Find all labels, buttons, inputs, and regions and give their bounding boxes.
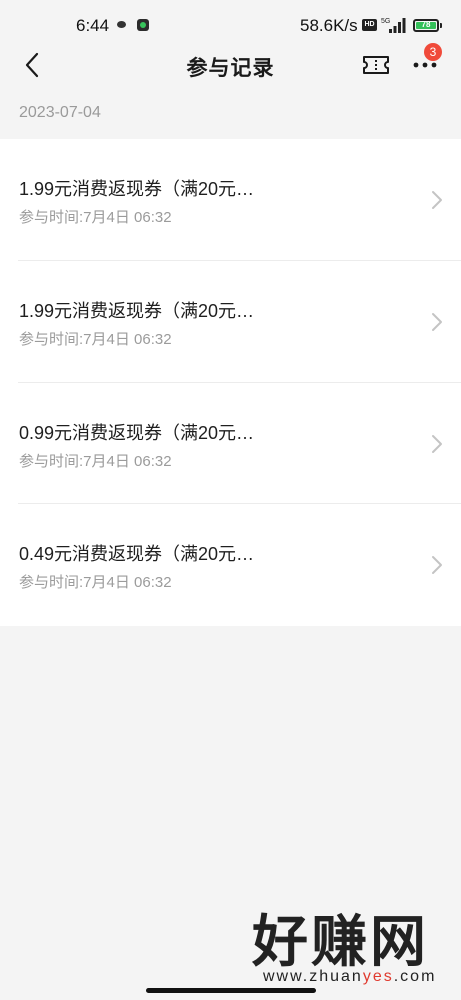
back-button[interactable] bbox=[18, 50, 48, 80]
record-title: 1.99元消费返现券（满20元… bbox=[19, 179, 255, 199]
watermark-url: www.zhuanyes.com bbox=[263, 968, 436, 986]
record-title: 0.99元消费返现券（满20元… bbox=[19, 422, 255, 443]
watermark-url-accent: yes bbox=[362, 968, 394, 985]
record-title: 1.99元消费返现券（满20元… bbox=[19, 300, 255, 321]
notification-dot-icon bbox=[117, 21, 126, 28]
chevron-right-icon bbox=[432, 434, 442, 453]
record-item[interactable]: 0.99元消费返现券（满20元… 参与时间:7月4日 06:32 bbox=[18, 383, 461, 505]
record-time: 参与时间:7月4日 06:32 bbox=[19, 209, 172, 226]
record-time: 参与时间:7月4日 06:32 bbox=[19, 452, 172, 470]
battery-level: 78 bbox=[421, 20, 431, 29]
battery-icon: 78 bbox=[413, 19, 442, 32]
date-header: 2023-07-04 bbox=[19, 104, 101, 121]
signal-label: 5G bbox=[381, 18, 390, 25]
home-indicator[interactable] bbox=[146, 988, 316, 993]
watermark-logo: 好赚网 bbox=[252, 910, 429, 973]
ticket-button[interactable] bbox=[359, 52, 393, 78]
watermark-url-prefix: www.zhuan bbox=[263, 968, 363, 985]
chevron-left-icon bbox=[25, 52, 39, 78]
signal-icon: 5G bbox=[381, 18, 406, 33]
hd-icon: HD bbox=[362, 19, 377, 31]
chevron-right-icon bbox=[432, 191, 442, 209]
record-time: 参与时间:7月4日 06:32 bbox=[19, 330, 172, 348]
app-notification-icon bbox=[137, 19, 149, 31]
more-dots-icon bbox=[413, 62, 437, 68]
record-title: 0.49元消费返现券（满20元… bbox=[19, 544, 255, 565]
record-item[interactable]: 0.49元消费返现券（满20元… 参与时间:7月4日 06:32 bbox=[18, 504, 461, 626]
watermark-url-suffix: .com bbox=[393, 968, 437, 985]
ticket-icon bbox=[363, 56, 389, 74]
more-button[interactable]: 3 bbox=[408, 43, 446, 80]
network-speed: 58.6K/s bbox=[300, 16, 358, 35]
record-time: 参与时间:7月4日 06:32 bbox=[19, 574, 172, 592]
status-time: 6:44 bbox=[76, 16, 110, 35]
chevron-right-icon bbox=[432, 556, 442, 575]
notification-badge: 3 bbox=[424, 43, 442, 61]
chevron-right-icon bbox=[432, 312, 442, 331]
record-item[interactable]: 1.99元消费返现券（满20元… 参与时间:7月4日 06:32 bbox=[18, 261, 461, 383]
record-item[interactable]: 1.99元消费返现券（满20元… 参与时间:7月4日 06:32 bbox=[18, 139, 461, 261]
nav-bar: 参与记录 3 bbox=[0, 40, 461, 90]
record-list: 1.99元消费返现券（满20元… 参与时间:7月4日 06:32 1.99元消费… bbox=[0, 139, 461, 626]
